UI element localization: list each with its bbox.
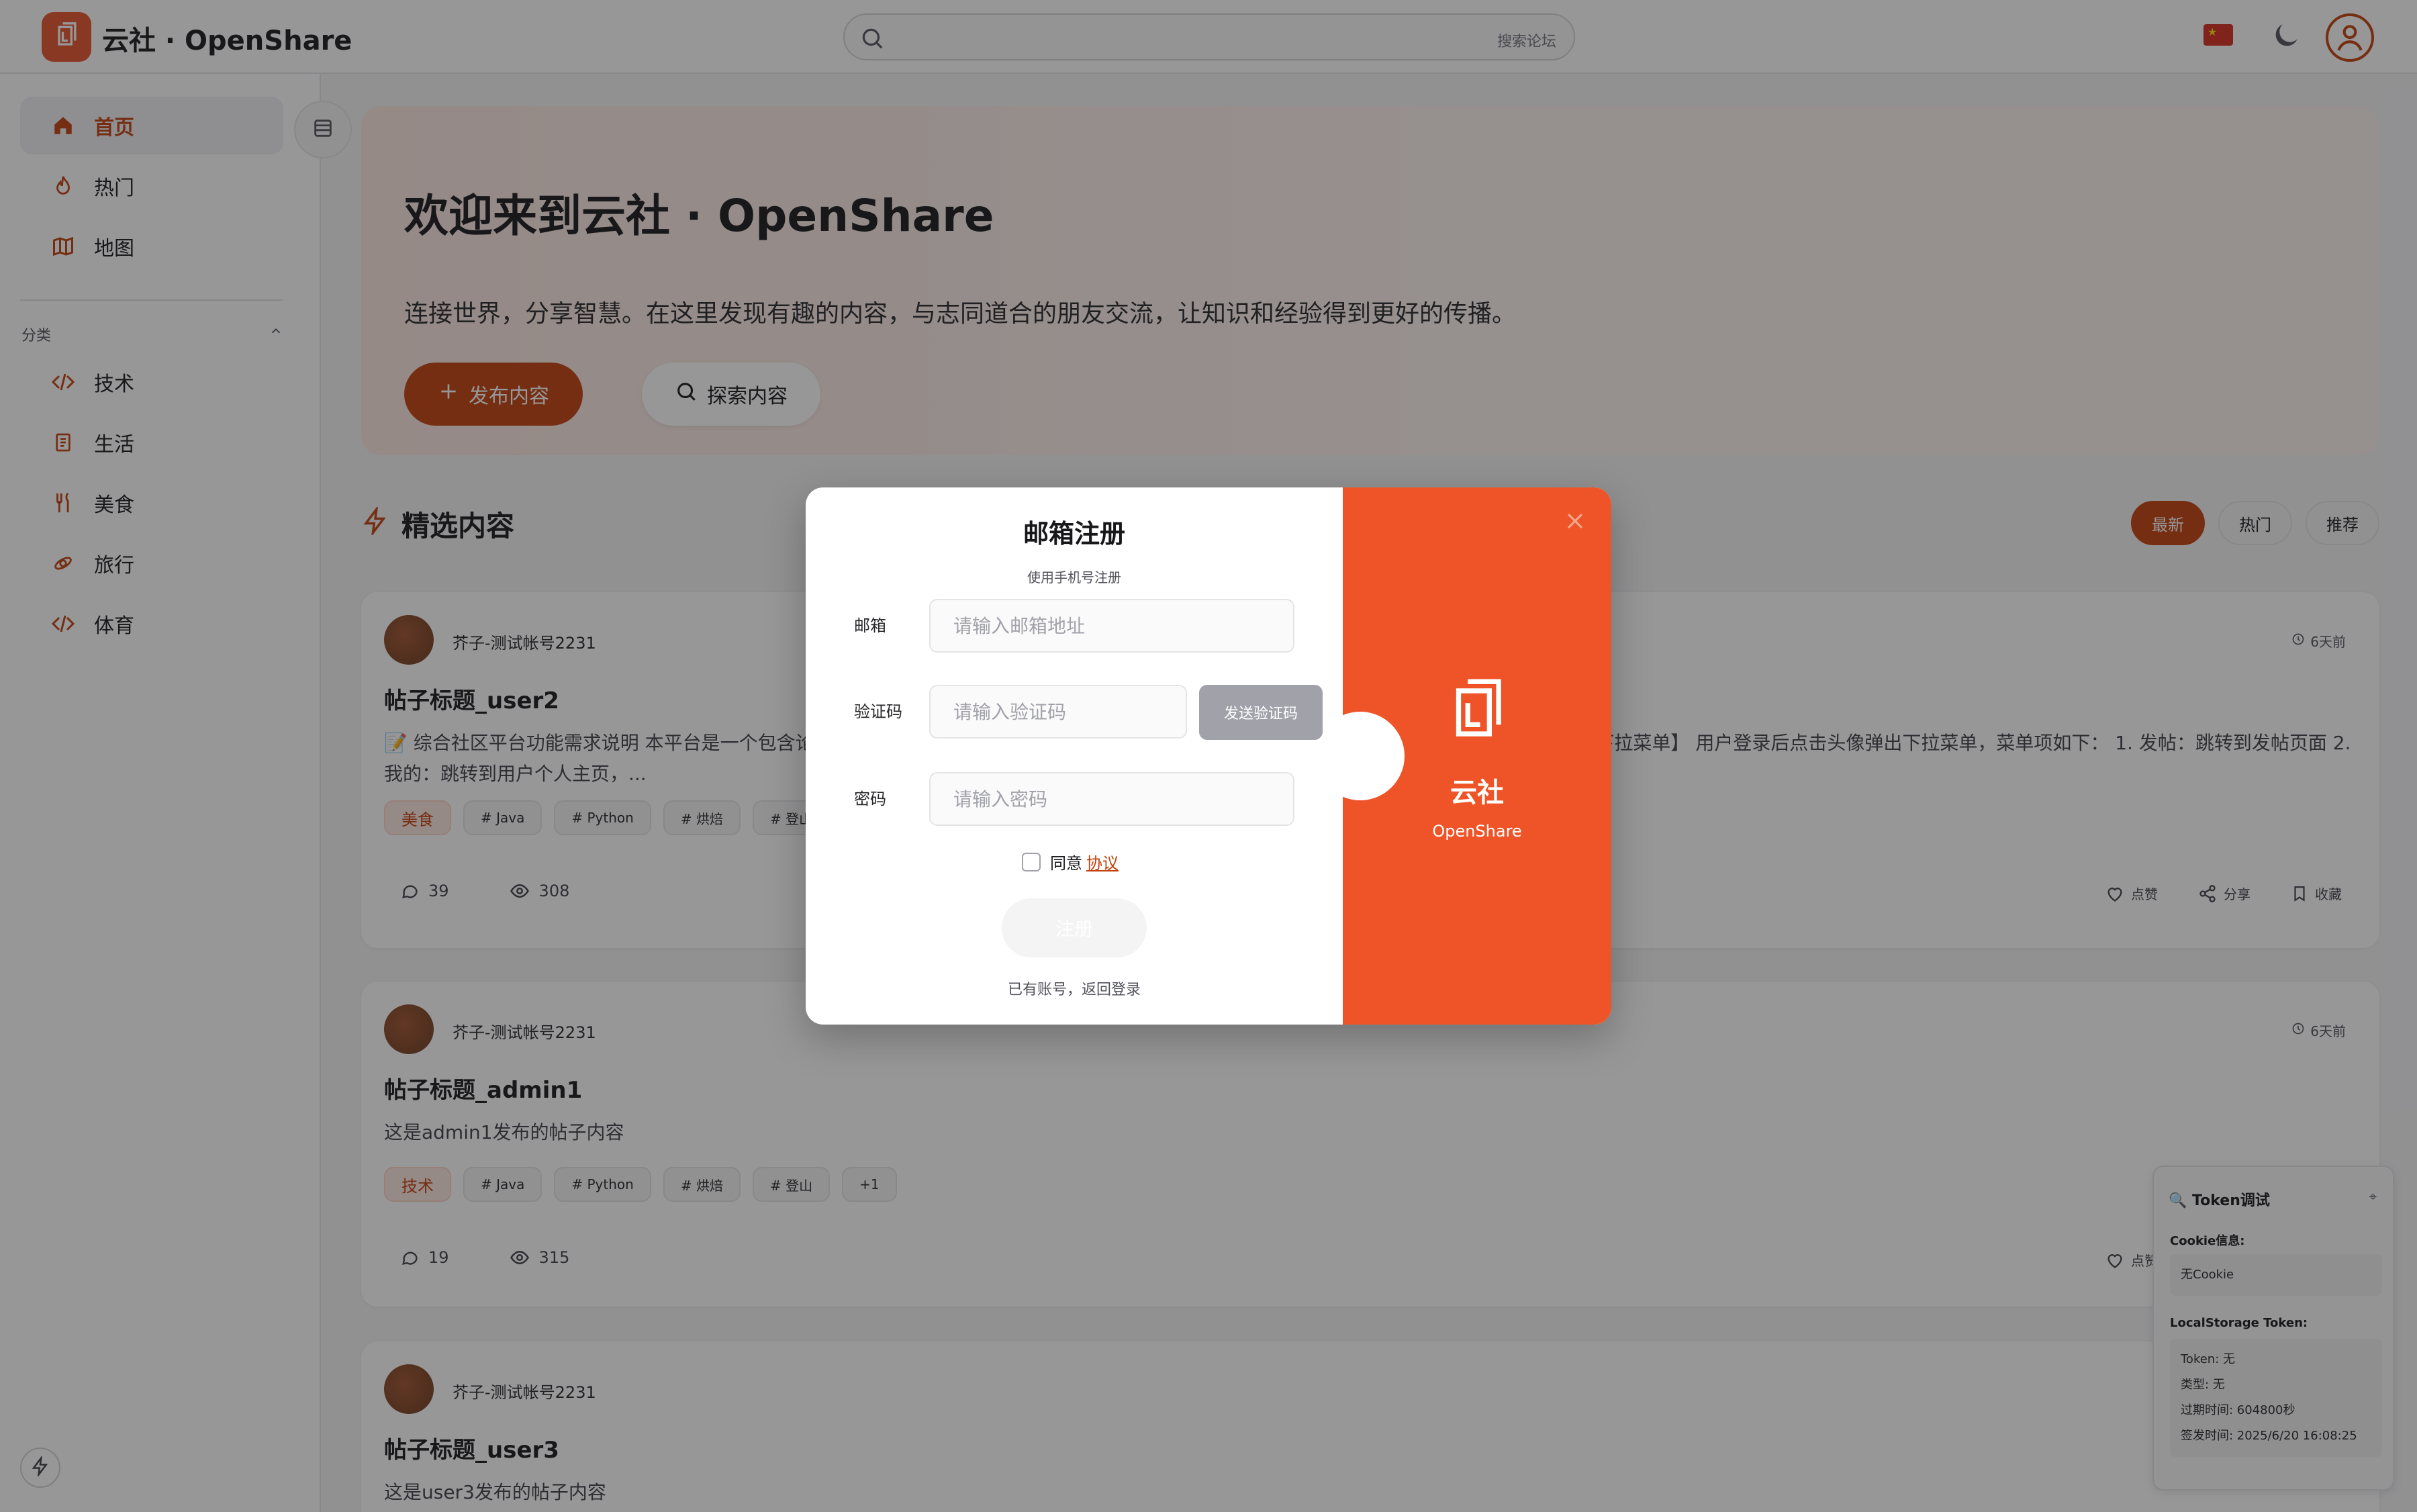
close-icon[interactable] — [1562, 508, 1589, 534]
back-to-login-link[interactable]: 已有账号，返回登录 — [806, 978, 1343, 999]
password-field[interactable] — [929, 772, 1294, 826]
email-field[interactable] — [929, 599, 1294, 653]
agree-checkbox[interactable] — [1022, 852, 1041, 871]
verification-code-field[interactable] — [929, 685, 1187, 739]
brand-panel-content: 云社 OpenShare — [1343, 675, 1611, 841]
register-modal: 邮箱注册 使用手机号注册 邮箱 验证码 发送验证码 密码 同意 协议 注册 已有… — [806, 487, 1611, 1025]
email-label: 邮箱 — [854, 616, 886, 635]
code-label: 验证码 — [854, 702, 902, 721]
brand-panel-subtitle: OpenShare — [1432, 822, 1522, 841]
agree-text: 同意 — [1050, 854, 1082, 873]
agreement-link[interactable]: 协议 — [1086, 850, 1119, 873]
password-label: 密码 — [854, 790, 886, 808]
agreement-row: 同意 协议 — [1022, 850, 1119, 873]
switch-to-phone-link[interactable]: 使用手机号注册 — [806, 567, 1343, 586]
app-logo-icon — [1343, 675, 1611, 752]
send-code-button[interactable]: 发送验证码 — [1199, 685, 1323, 740]
brand-panel-title: 云社 — [1450, 777, 1504, 808]
modal-title: 邮箱注册 — [1023, 519, 1125, 549]
register-button[interactable]: 注册 — [1002, 898, 1147, 957]
